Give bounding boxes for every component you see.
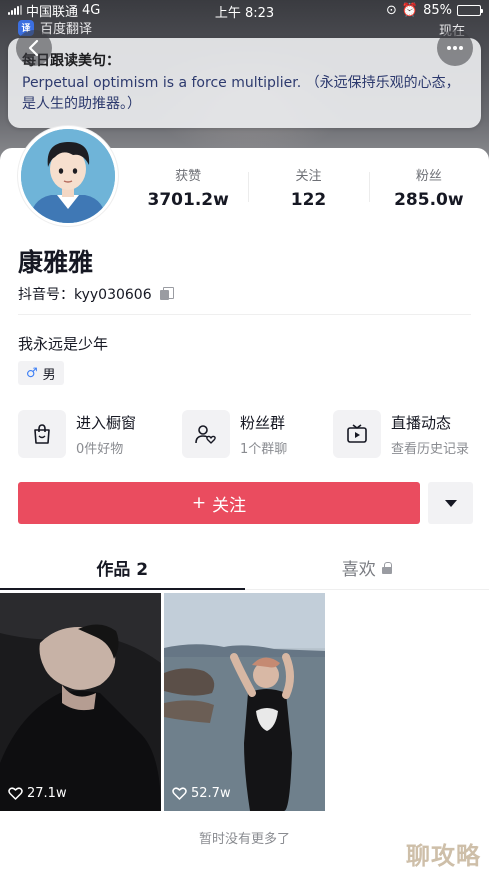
tab-label: 喜欢 <box>341 560 376 580</box>
recommend-dropdown-button[interactable] <box>428 482 473 524</box>
follow-button[interactable]: + 关注 <box>18 482 420 524</box>
notification-title: 每日跟读美句： <box>22 53 120 69</box>
copy-icon[interactable] <box>159 287 174 301</box>
video-likes: 52.7w <box>172 786 231 801</box>
more-dots-icon <box>447 46 463 50</box>
heart-outline-icon <box>8 787 23 800</box>
watermark: 聊攻略 <box>406 842 481 870</box>
entry-subtitle: 0件好物 <box>76 441 124 457</box>
douyin-id: 抖音号：kyy030606 <box>18 284 174 304</box>
video-thumbnail[interactable]: 52.7w <box>164 593 325 811</box>
battery-icon <box>457 4 483 16</box>
more-button[interactable] <box>437 30 473 66</box>
heart-outline-icon <box>172 787 187 800</box>
stat-value: 122 <box>290 189 327 210</box>
video-likes: 27.1w <box>8 786 67 801</box>
stat-likes[interactable]: 获赞 3701.2w <box>128 162 248 212</box>
group-heart-icon <box>182 410 230 458</box>
stat-value: 3701.2w <box>147 189 229 210</box>
translation-notification[interactable]: 每日跟读美句： Perpetual optimism is a force mu… <box>8 38 481 128</box>
entry-showcase[interactable]: 进入橱窗 0件好物 <box>18 408 182 460</box>
lock-icon <box>381 561 392 574</box>
back-button[interactable] <box>16 30 52 66</box>
plus-icon: + <box>191 493 207 513</box>
status-bar: 中国联通 4G 上午 8:23 ⊙ ⏰ 85% <box>0 0 489 21</box>
entries-row: 进入橱窗 0件好物 粉丝群 1个群聊 直播动态 查看历史记录 <box>18 408 489 460</box>
follow-label: 关注 <box>212 495 247 516</box>
shopping-bag-icon <box>18 410 66 458</box>
profile-page: 中国联通 4G 上午 8:23 ⊙ ⏰ 85% 译 百度翻译 现在 每日跟读美句… <box>0 0 489 874</box>
stat-label: 获赞 <box>175 168 202 184</box>
avatar-illustration <box>21 129 115 223</box>
notification-text: Perpetual optimism is a force multiplier… <box>22 75 460 112</box>
gender-tag: ♂ 男 <box>18 361 64 385</box>
video-cover-image <box>0 593 161 811</box>
stat-label: 关注 <box>295 168 322 184</box>
likes-count: 52.7w <box>191 786 231 801</box>
gender-label: 男 <box>42 367 56 383</box>
entry-fan-group[interactable]: 粉丝群 1个群聊 <box>182 408 333 460</box>
divider <box>18 314 471 315</box>
video-cover-image <box>164 593 325 811</box>
male-icon: ♂ <box>26 365 38 381</box>
stat-label: 粉丝 <box>415 168 442 184</box>
tab-label: 作品 2 <box>96 560 149 580</box>
triangle-down-icon <box>444 499 457 507</box>
tab-likes[interactable]: 喜欢 <box>245 546 489 589</box>
entry-title: 直播动态 <box>391 413 452 432</box>
video-grid: 27.1w 52.7w <box>0 593 489 811</box>
entry-title: 粉丝群 <box>240 413 286 432</box>
douyin-id-text: 抖音号：kyy030606 <box>18 287 152 303</box>
nickname: 康雅雅 <box>18 248 94 277</box>
chevron-left-icon <box>28 39 39 57</box>
stats-row: 获赞 3701.2w 关注 122 粉丝 285.0w <box>128 162 489 212</box>
notification-app-name: 百度翻译 <box>40 22 93 37</box>
content-tabs: 作品 2 喜欢 <box>0 546 489 590</box>
entry-live-history[interactable]: 直播动态 查看历史记录 <box>333 408 483 460</box>
tab-works[interactable]: 作品 2 <box>0 546 245 590</box>
bio: 我永远是少年 <box>18 335 109 353</box>
likes-count: 27.1w <box>27 786 67 801</box>
stat-value: 285.0w <box>394 189 464 210</box>
tv-play-icon <box>333 410 381 458</box>
entry-subtitle: 1个群聊 <box>240 441 288 457</box>
avatar[interactable] <box>18 126 118 226</box>
stat-followers[interactable]: 粉丝 285.0w <box>368 162 489 212</box>
stat-following[interactable]: 关注 122 <box>248 162 368 212</box>
entry-title: 进入橱窗 <box>76 413 137 432</box>
entry-subtitle: 查看历史记录 <box>391 441 470 457</box>
video-thumbnail[interactable]: 27.1w <box>0 593 161 811</box>
